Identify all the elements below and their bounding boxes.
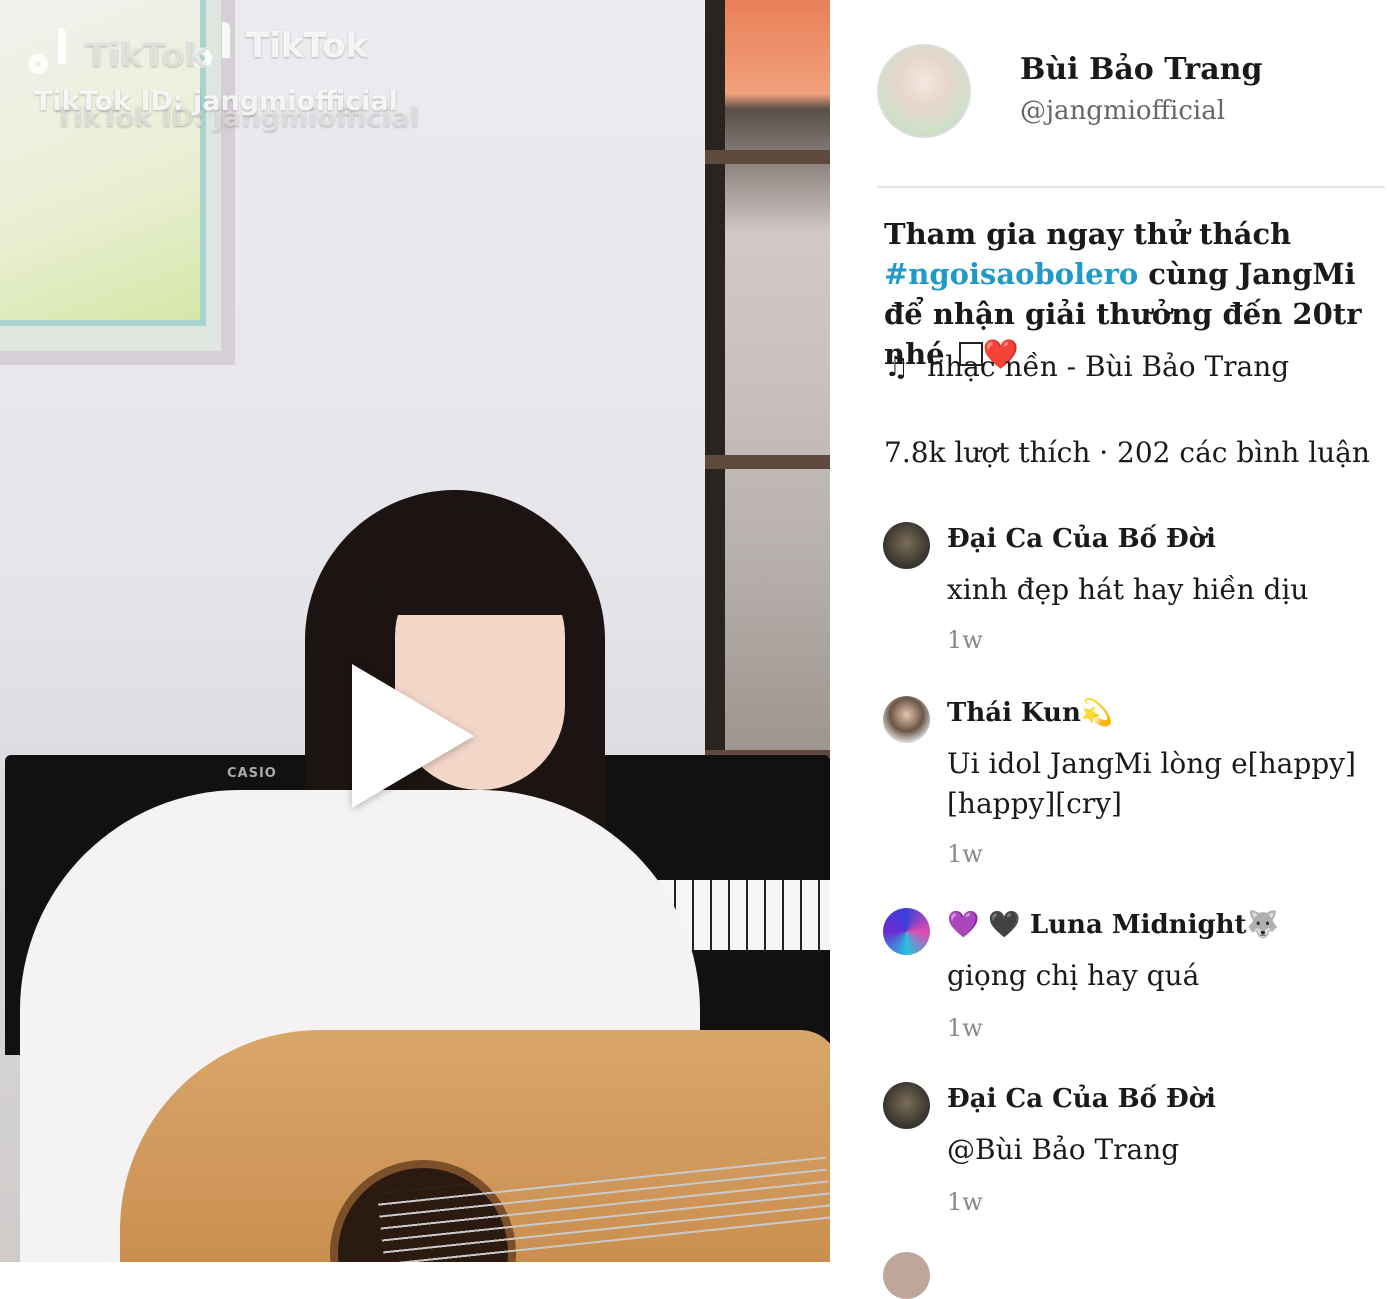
profile-avatar[interactable]	[877, 44, 971, 138]
comment-text: @Bùi Bảo Trang	[947, 1133, 1180, 1166]
comment-author[interactable]: Đại Ca Của Bố Đời	[947, 1084, 1216, 1114]
comment-time: 1w	[947, 840, 983, 868]
comment-author[interactable]: Thái Kun💫	[947, 698, 1113, 728]
profile-name[interactable]: Bùi Bảo Trang	[1020, 52, 1262, 87]
watermark-brand: TikTok	[246, 26, 369, 66]
profile-handle[interactable]: @jangmiofficial	[1020, 96, 1225, 126]
music-link[interactable]: ♫ nhạc nền - Bùi Bảo Trang	[884, 350, 1289, 383]
avatar[interactable]	[883, 696, 930, 743]
post-stats: 7.8k lượt thích · 202 các bình luận	[884, 436, 1370, 469]
comment-author[interactable]: Đại Ca Của Bố Đời	[947, 524, 1216, 554]
comment-text: Ui idol JangMi lòng e[happy][happy][cry]	[947, 747, 1356, 820]
comment-text: giọng chị hay quá	[947, 959, 1200, 992]
avatar[interactable]	[883, 1252, 930, 1299]
comment-author[interactable]: 💜 🖤 Luna Midnight🐺	[947, 910, 1279, 940]
avatar[interactable]	[883, 908, 930, 955]
comment-time: 1w	[947, 1188, 983, 1216]
post-details-panel	[830, 0, 1390, 1262]
hashtag-link[interactable]: #ngoisaobolero	[884, 257, 1138, 291]
comment-time: 1w	[947, 1014, 983, 1042]
video-player[interactable]: CASIO TikTok TikTok TikTok ID: jangmioff…	[0, 0, 830, 1262]
avatar[interactable]	[883, 522, 930, 569]
divider	[877, 186, 1385, 188]
avatar[interactable]	[883, 1082, 930, 1129]
watermark-brand: TikTok	[85, 35, 208, 75]
watermark-id: TikTok ID: jangmiofficial	[34, 86, 398, 117]
play-icon[interactable]	[352, 664, 474, 808]
tiktok-logo-icon	[28, 28, 66, 74]
music-title: nhạc nền - Bùi Bảo Trang	[927, 350, 1290, 383]
music-note-icon: ♫	[884, 350, 910, 383]
comment-text: xinh đẹp hát hay hiền dịu	[947, 573, 1309, 606]
piano-brand: CASIO	[227, 766, 277, 781]
comment-time: 1w	[947, 626, 983, 654]
